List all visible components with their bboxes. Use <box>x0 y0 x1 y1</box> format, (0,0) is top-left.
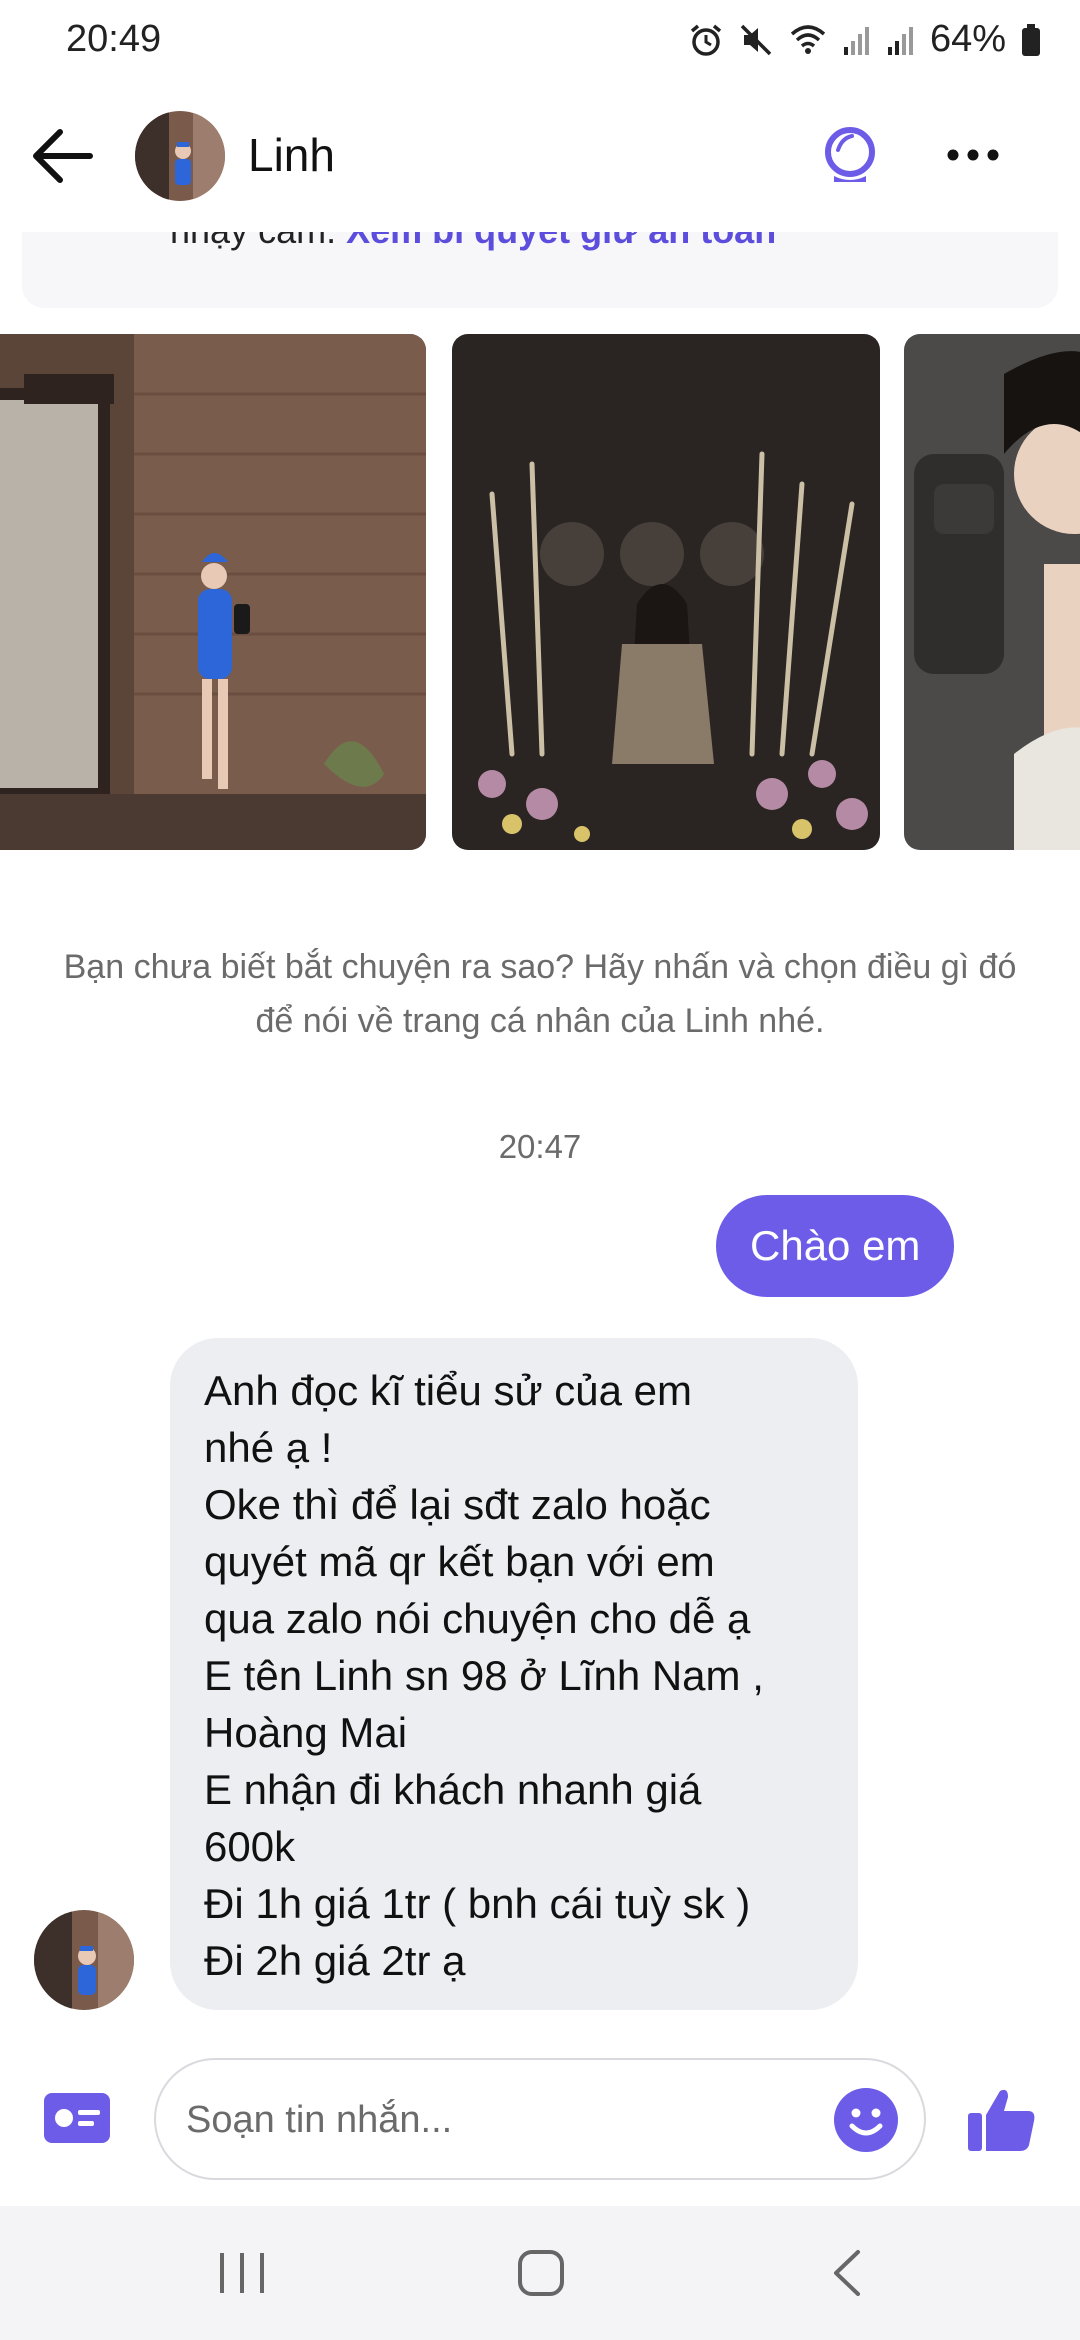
outgoing-message[interactable]: Chào em <box>716 1195 955 1297</box>
profile-photo[interactable] <box>452 334 880 850</box>
message-line: quyét mã qr kết bạn với em <box>204 1538 715 1585</box>
incoming-message[interactable]: Anh đọc kĩ tiểu sử của em nhé ạ ! Oke th… <box>170 1338 858 2010</box>
profile-photo[interactable] <box>0 334 426 850</box>
avatar[interactable] <box>135 111 225 201</box>
status-time: 20:49 <box>66 18 162 60</box>
message-line: 600k <box>204 1823 296 1870</box>
message-timestamp: 20:47 <box>498 1128 582 1165</box>
signal-icon <box>887 26 913 55</box>
battery-icon <box>1022 23 1040 56</box>
back-arrow-icon <box>33 129 93 183</box>
status-bar: 20:49 64% <box>0 0 1080 84</box>
chevron-left-icon <box>834 2250 860 2296</box>
profile-card-button[interactable] <box>44 2093 110 2143</box>
sender-avatar[interactable] <box>34 1910 134 2010</box>
profile-photo[interactable] <box>904 334 1080 850</box>
emoji-button[interactable] <box>832 2086 900 2154</box>
chat-header: Linh <box>0 100 1080 212</box>
alarm-icon <box>690 24 722 56</box>
home-button[interactable] <box>516 2248 566 2298</box>
message-line: Đi 2h giá 2tr ạ <box>204 1937 466 1984</box>
recents-button[interactable] <box>216 2251 268 2295</box>
chat-bubble-icon <box>825 127 875 182</box>
more-icon <box>947 149 999 161</box>
back-button[interactable] <box>28 124 98 188</box>
message-line: Đi 1h giá 1tr ( bnh cái tuỳ sk ) <box>204 1880 751 1927</box>
message-line: qua zalo nói chuyện cho dễ ạ <box>204 1595 751 1642</box>
message-input[interactable] <box>186 2094 826 2146</box>
emoji-icon <box>834 2088 898 2152</box>
id-card-icon <box>44 2093 110 2143</box>
contact-name[interactable]: Linh <box>248 128 335 182</box>
like-button[interactable] <box>966 2083 1038 2155</box>
safety-tips-link[interactable]: Xem bí quyết giữ an toàn <box>346 232 776 251</box>
more-button[interactable] <box>945 140 1001 170</box>
system-nav-bar <box>0 2206 1080 2340</box>
battery-percent: 64% <box>929 18 1006 60</box>
safety-banner: nhạy cảm. Xem bí quyết giữ an toàn <box>22 232 1058 308</box>
recents-icon <box>220 2253 264 2293</box>
message-composer <box>154 2058 926 2180</box>
message-line: E tên Linh sn 98 ở Lĩnh Nam , <box>204 1652 764 1699</box>
safety-banner-text: nhạy cảm. Xem bí quyết giữ an toàn <box>170 232 776 252</box>
home-icon <box>518 2250 564 2296</box>
chat-bubble-button[interactable] <box>820 124 880 188</box>
message-line: nhé ạ ! <box>204 1424 333 1471</box>
message-line: Oke thì để lại sđt zalo hoặc <box>204 1481 711 1528</box>
conversation-prompt: Bạn chưa biết bắt chuyện ra sao? Hãy nhấ… <box>63 948 1017 1040</box>
safety-text: nhạy cảm. <box>170 232 346 251</box>
message-line: Hoàng Mai <box>204 1709 408 1756</box>
signal-icon <box>843 26 869 55</box>
message-line: E nhận đi khách nhanh giá <box>204 1766 702 1813</box>
mute-icon <box>740 24 772 55</box>
profile-photos <box>0 334 1080 850</box>
status-icons: 64% <box>688 18 1042 61</box>
system-back-button[interactable] <box>826 2248 866 2298</box>
thumbs-up-icon <box>968 2089 1035 2151</box>
message-line: Anh đọc kĩ tiểu sử của em <box>204 1367 693 1414</box>
wifi-icon <box>790 24 826 54</box>
